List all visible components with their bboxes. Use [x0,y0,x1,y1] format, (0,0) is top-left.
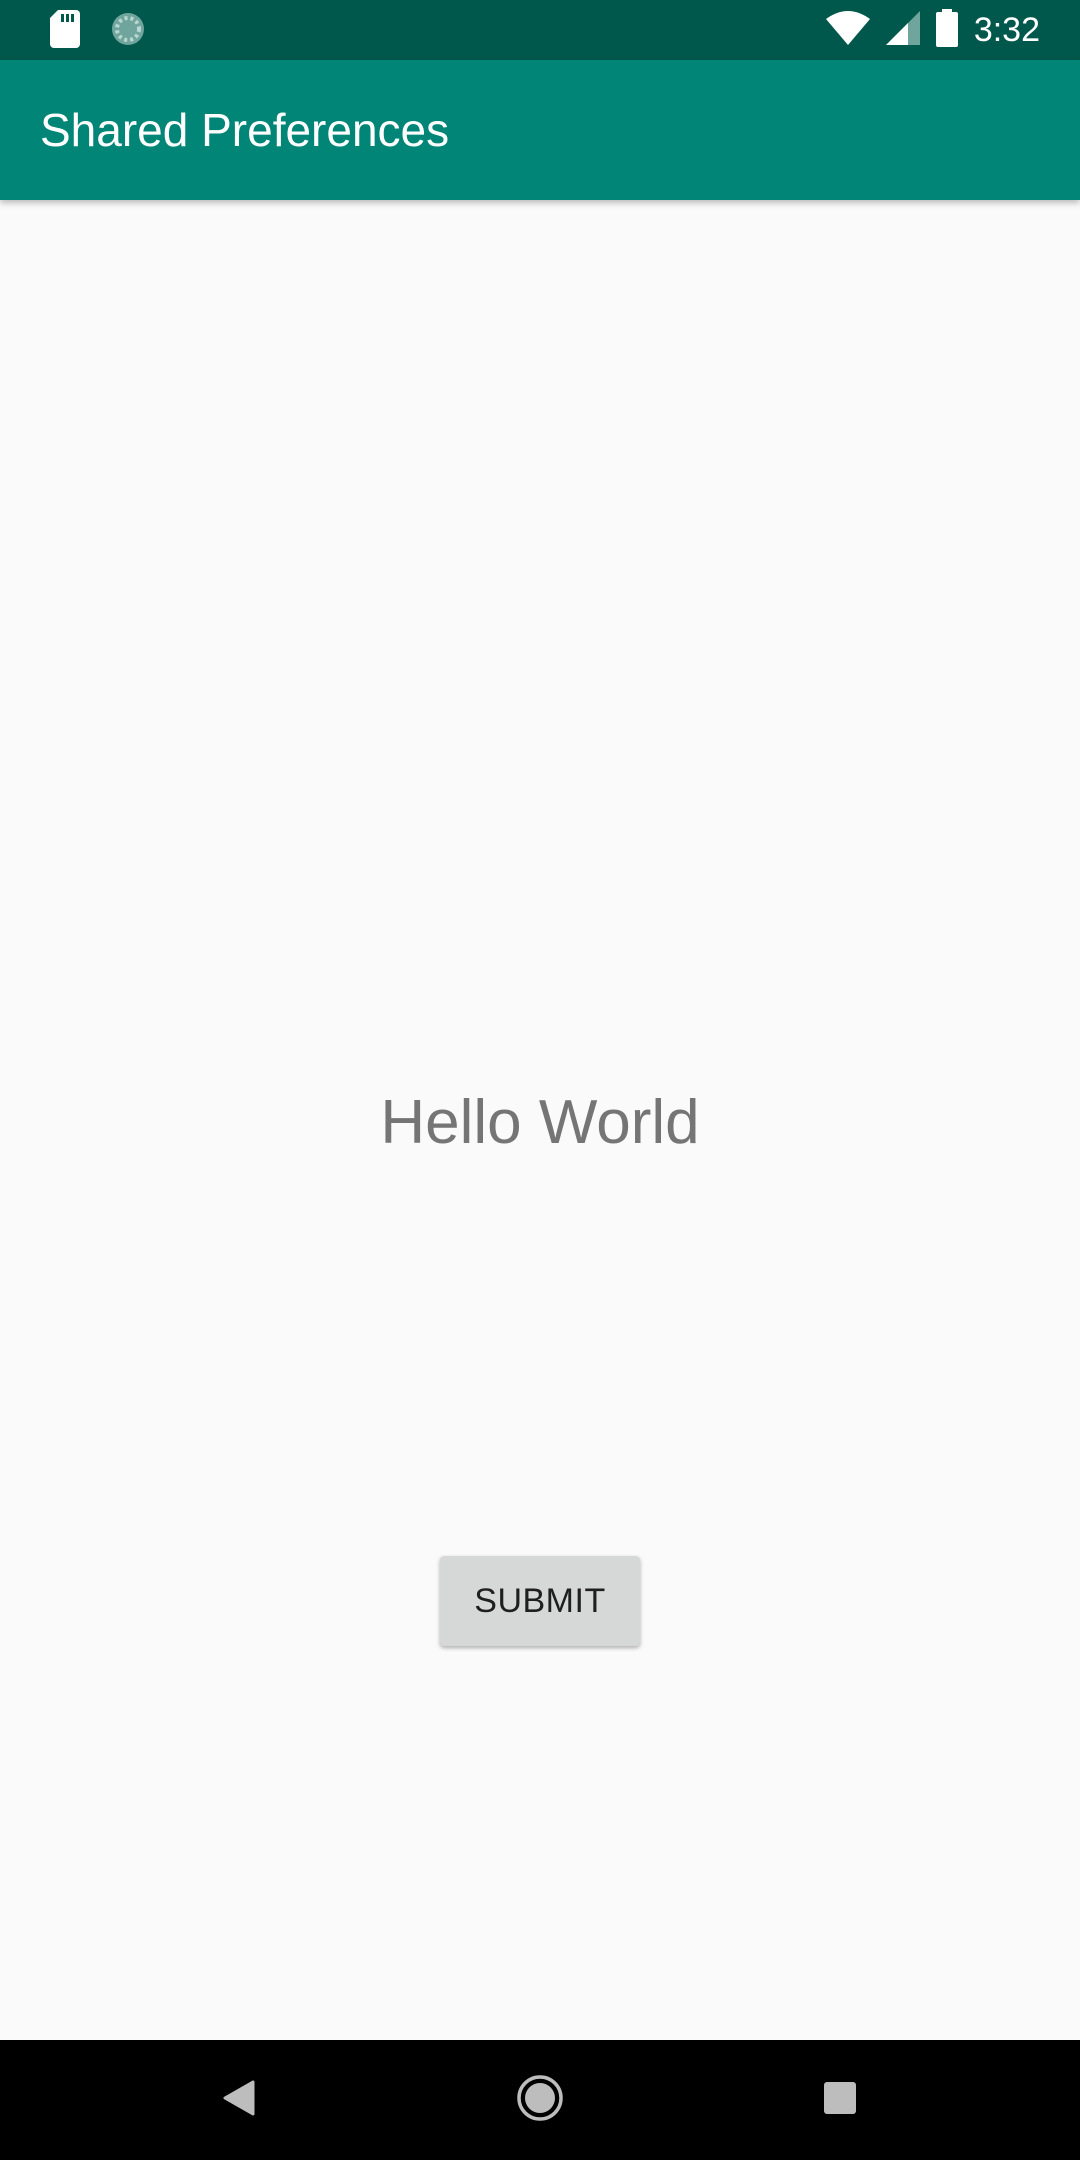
home-icon [516,2074,564,2127]
screen: 3:32 Shared Preferences Hello World SUBM… [0,0,1080,2160]
status-bar: 3:32 [0,0,1080,60]
app-title: Shared Preferences [40,104,450,156]
sd-card-icon [50,10,80,53]
loading-icon [110,11,146,52]
submit-button[interactable]: SUBMIT [440,1556,640,1646]
status-clock: 3:32 [973,11,1040,49]
nav-bar [0,2040,1080,2160]
wifi-icon [825,10,870,50]
signal-icon [885,10,920,50]
recents-icon [824,2081,856,2119]
battery-icon [935,8,958,52]
recents-button[interactable] [800,2060,880,2140]
back-icon [223,2080,257,2121]
hello-text: Hello World [380,1088,700,1157]
status-right-icons: 3:32 [825,6,1040,54]
status-left-icons [50,10,146,53]
back-button[interactable] [200,2060,280,2140]
app-bar: Shared Preferences [0,60,1080,200]
home-button[interactable] [500,2060,580,2140]
